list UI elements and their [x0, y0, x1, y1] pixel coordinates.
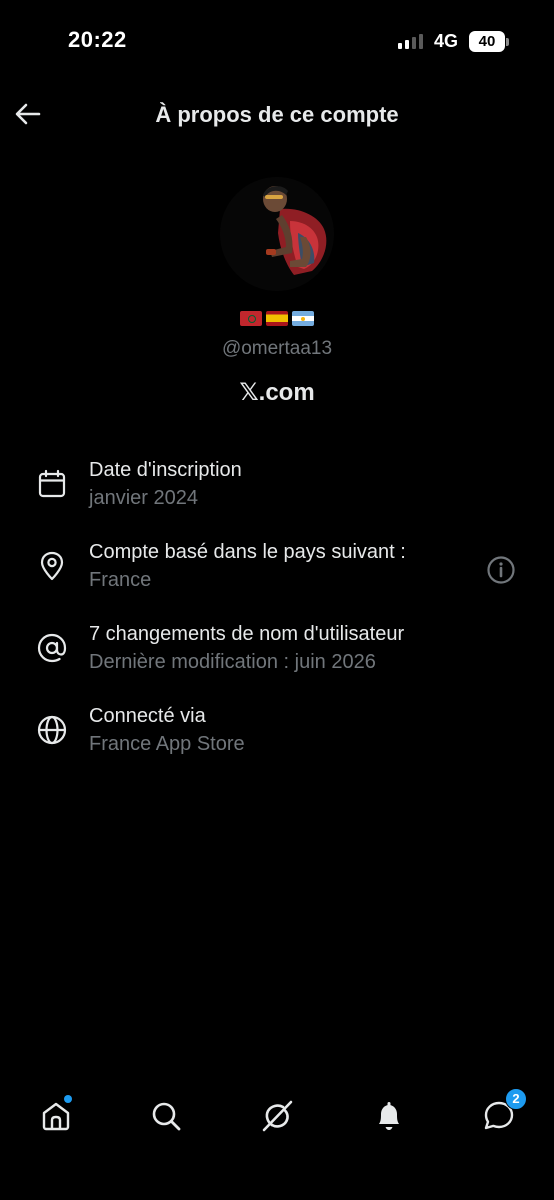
calendar-icon [38, 469, 66, 498]
signal-strength-icon [398, 33, 424, 49]
nav-grok[interactable] [259, 1098, 295, 1134]
network-type: 4G [434, 31, 459, 51]
page-header: À propos de ce compte [0, 88, 554, 140]
argentina-flag-icon [292, 311, 314, 326]
info-icon [487, 556, 515, 584]
morocco-flag-icon [240, 311, 262, 326]
nav-home[interactable] [38, 1095, 74, 1134]
flag-emojis [0, 311, 554, 326]
notifications-bell-icon [379, 1102, 399, 1130]
page-title: À propos de ce compte [155, 102, 399, 127]
info-subtitle: janvier 2024 [89, 487, 198, 509]
status-bar: 20:22 4G 40 [0, 0, 554, 80]
avatar[interactable] [220, 177, 334, 291]
spain-flag-icon [266, 311, 288, 326]
nav-messages[interactable]: 2 [481, 1088, 527, 1134]
battery-icon: 40 [469, 31, 505, 52]
list-item-username-changes: 7 changements de nom d'utilisateur Derni… [0, 614, 554, 684]
battery-level: 40 [478, 33, 496, 50]
info-subtitle: Dernière modification : juin 2026 [89, 651, 376, 673]
list-item-join-date: Date d'inscription janvier 2024 [0, 450, 554, 520]
info-title: Date d'inscription [89, 459, 242, 481]
battery-tip [506, 38, 509, 46]
location-pin-icon [40, 551, 64, 581]
profile-photo [220, 177, 334, 291]
status-time: 20:22 [68, 27, 127, 52]
info-title: Compte basé dans le pays suivant : [89, 541, 406, 563]
country-info-button[interactable] [485, 554, 517, 586]
globe-icon [37, 715, 67, 745]
search-icon [152, 1102, 181, 1131]
info-title: Connecté via [89, 705, 206, 727]
info-subtitle: France App Store [89, 733, 245, 755]
username-handle: @omertaa13 [221, 338, 333, 359]
home-icon [42, 1102, 70, 1131]
at-sign-icon [37, 633, 67, 663]
list-item-connected-via: Connecté via France App Store [0, 696, 554, 766]
site-label: 𝕏.com [239, 379, 315, 406]
home-notification-dot [64, 1095, 72, 1103]
nav-notifications[interactable] [371, 1098, 407, 1134]
info-title: 7 changements de nom d'utilisateur [89, 623, 405, 645]
bottom-navigation: 2 [0, 1085, 554, 1149]
list-item-country: Compte basé dans le pays suivant : Franc… [0, 532, 554, 602]
nav-search[interactable] [148, 1098, 184, 1134]
grok-icon [262, 1100, 293, 1132]
messages-badge: 2 [505, 1088, 527, 1110]
info-subtitle: France [89, 569, 152, 591]
